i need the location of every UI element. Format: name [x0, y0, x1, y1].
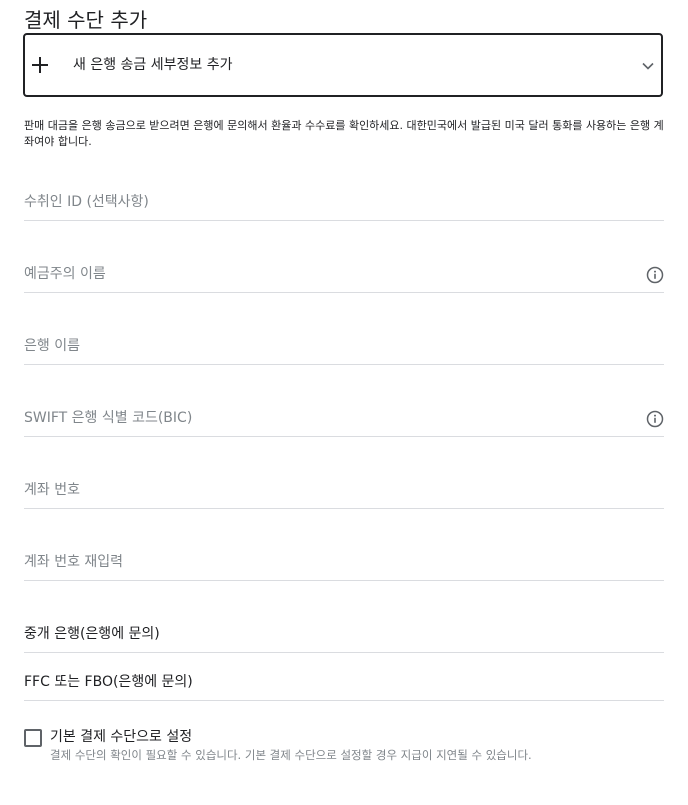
intermediary-bank-field[interactable]: 중개 은행(은행에 문의) [24, 613, 664, 653]
default-payment-help-text: 결제 수단의 확인이 필요할 수 있습니다. 기본 결제 수단으로 설정할 경우… [50, 748, 532, 762]
recipient-id-field[interactable]: 수취인 ID (선택사항) [24, 181, 664, 221]
default-payment-option: 기본 결제 수단으로 설정 결제 수단의 확인이 필요할 수 있습니다. 기본 … [24, 727, 664, 771]
intermediary-bank-placeholder: 중개 은행(은행에 문의) [24, 626, 160, 642]
account-holder-name-placeholder: 예금주의 이름 [24, 266, 106, 282]
account-number-placeholder: 계좌 번호 [24, 482, 80, 498]
default-payment-label[interactable]: 기본 결제 수단으로 설정 [50, 727, 192, 747]
account-number-field[interactable]: 계좌 번호 [24, 469, 664, 509]
account-number-confirm-field[interactable]: 계좌 번호 재입력 [24, 541, 664, 581]
recipient-id-placeholder: 수취인 ID (선택사항) [24, 194, 149, 210]
ffc-fbo-field[interactable]: FFC 또는 FBO(은행에 문의) [24, 661, 664, 701]
account-number-confirm-placeholder: 계좌 번호 재입력 [24, 554, 124, 570]
payment-method-select[interactable]: 새 은행 송금 세부정보 추가 [23, 33, 663, 97]
bank-name-placeholder: 은행 이름 [24, 338, 80, 354]
page-title: 결제 수단 추가 [24, 8, 148, 32]
payment-method-select-label: 새 은행 송금 세부정보 추가 [73, 57, 233, 73]
bank-name-field[interactable]: 은행 이름 [24, 325, 664, 365]
ffc-fbo-placeholder: FFC 또는 FBO(은행에 문의) [24, 674, 193, 690]
info-icon[interactable] [646, 410, 664, 428]
default-payment-checkbox[interactable] [24, 729, 42, 747]
chevron-down-icon [642, 62, 654, 70]
swift-code-placeholder: SWIFT 은행 식별 코드(BIC) [24, 410, 193, 426]
account-holder-name-field[interactable]: 예금주의 이름 [24, 253, 664, 293]
plus-icon [32, 57, 48, 73]
swift-code-field[interactable]: SWIFT 은행 식별 코드(BIC) [24, 397, 664, 437]
bank-transfer-notice: 판매 대금을 은행 송금으로 받으려면 은행에 문의해서 환율과 수수료를 확인… [24, 119, 664, 148]
info-icon[interactable] [646, 266, 664, 284]
